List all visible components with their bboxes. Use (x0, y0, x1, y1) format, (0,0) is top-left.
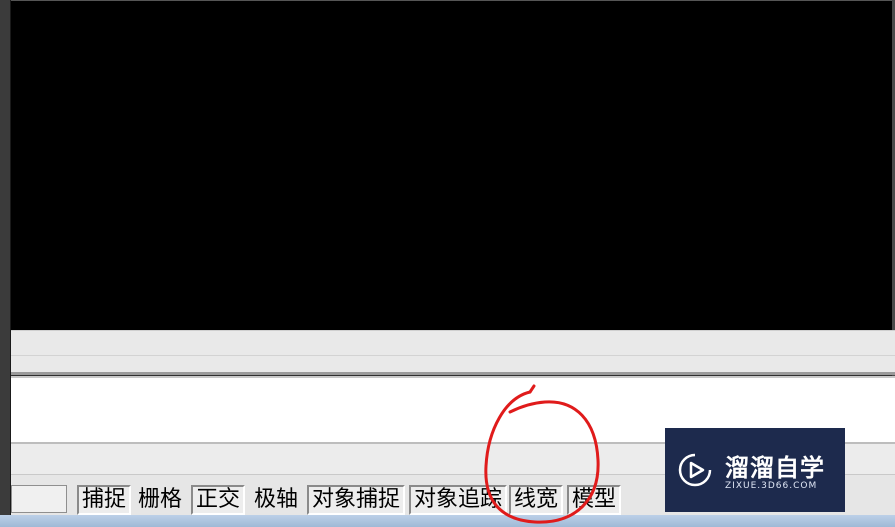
lineweight-button[interactable]: 线宽 (509, 485, 564, 515)
drawing-viewport[interactable] (11, 0, 892, 331)
model-button[interactable]: 模型 (567, 485, 622, 515)
strip-divider (11, 355, 895, 356)
play-icon (678, 453, 712, 487)
window-left-border (0, 0, 11, 527)
taskbar (0, 515, 895, 527)
splitter-bar[interactable] (11, 372, 895, 375)
watermark-brand: 溜溜自学 (725, 454, 825, 482)
coordinate-display (11, 485, 67, 513)
osnap-button[interactable]: 对象捕捉 (307, 485, 406, 515)
ortho-button[interactable]: 正交 (191, 485, 246, 515)
polar-button[interactable]: 极轴 (249, 485, 303, 515)
snap-button[interactable]: 捕捉 (77, 485, 132, 515)
watermark-url: ZIXUE.3D66.COM (725, 481, 818, 491)
watermark-logo: 溜溜自学 ZIXUE.3D66.COM (665, 428, 845, 512)
application-window: 捕捉 栅格 正交 极轴 对象捕捉 对象追踪 线宽 模型 溜溜自学 ZIXUE.3… (0, 0, 895, 527)
grid-button[interactable]: 栅格 (133, 485, 187, 515)
layout-tab-strip (11, 330, 895, 373)
otrack-button[interactable]: 对象追踪 (409, 485, 508, 515)
